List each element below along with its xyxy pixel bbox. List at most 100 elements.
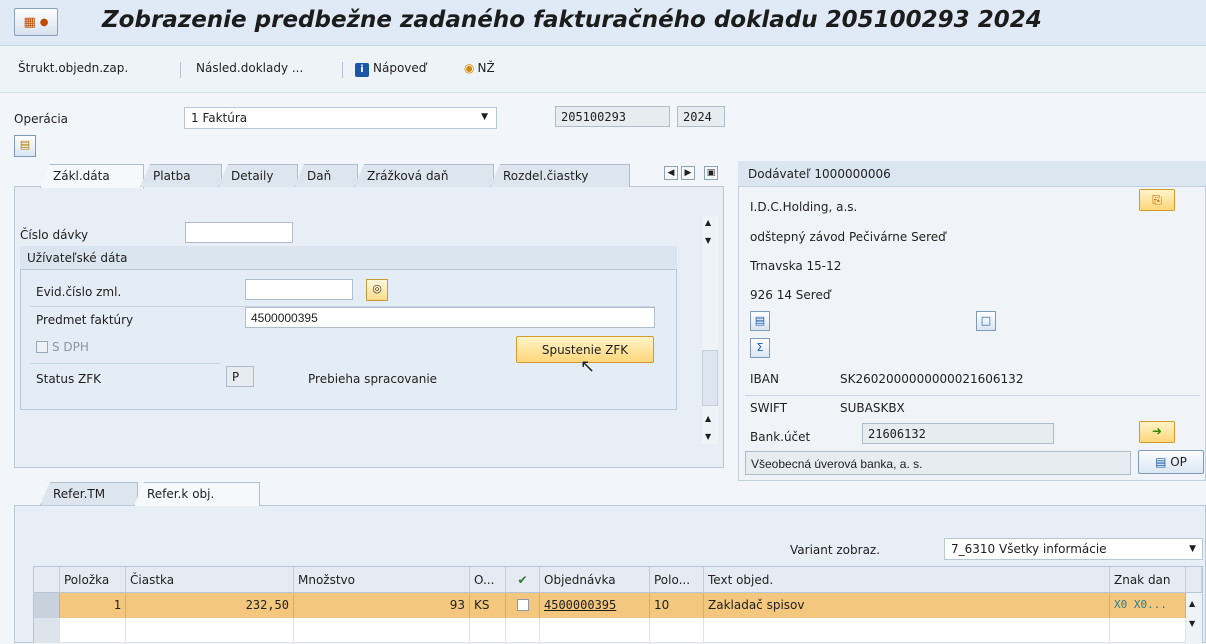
table-cell-item: 1 <box>60 593 126 618</box>
tab-details[interactable]: Detaily <box>218 164 298 187</box>
operation-value: 1 Faktúra <box>191 111 248 125</box>
vendor-city: 926 14 Sereď <box>750 288 831 302</box>
tab-withholding-tax[interactable]: Zrážková daň <box>354 164 494 187</box>
chevron-down-icon: ▼ <box>1189 544 1196 554</box>
scroll-up-icon[interactable]: ▲ <box>705 414 711 423</box>
subject-label: Predmet faktúry <box>36 313 134 327</box>
tab-amount-split[interactable]: Rozdel.čiastky <box>490 164 630 187</box>
swift-label: SWIFT <box>750 401 788 415</box>
vat-checkbox[interactable] <box>36 341 48 353</box>
table-cell-order-link[interactable]: 4500000395 <box>540 593 650 618</box>
operation-label: Operácia <box>14 112 69 126</box>
op-button[interactable]: ▤ OP <box>1138 450 1204 474</box>
column-header[interactable]: Množstvo <box>294 567 470 593</box>
column-header[interactable]: Objednávka <box>540 567 650 593</box>
tab-refer-tm[interactable]: Refer.TM <box>40 482 138 505</box>
tab-payment[interactable]: Platba <box>140 164 222 187</box>
column-header[interactable]: Znak dan <box>1110 567 1186 593</box>
calculator-icon[interactable]: Σ <box>750 338 770 358</box>
table-cell-qty: 93 <box>294 593 470 618</box>
tab-scroll-left-icon[interactable]: ◀ <box>664 166 678 180</box>
struct-order-button[interactable]: Štrukt.objedn.zap. <box>18 61 128 75</box>
tab-basic-data[interactable]: Zákl.dáta <box>40 164 144 188</box>
coins-icon: ◉ <box>464 61 475 75</box>
column-header[interactable]: Položka <box>60 567 126 593</box>
status-label: Status ZFK <box>36 372 102 386</box>
menu-dot-icon: ● <box>39 16 49 28</box>
scroll-down-icon[interactable]: ▼ <box>705 236 711 245</box>
eye-icon[interactable]: ◎ <box>366 279 388 301</box>
tab-list-icon[interactable]: ▣ <box>704 166 718 180</box>
status-text: Prebieha spracovanie <box>308 372 438 386</box>
checkmark-icon[interactable]: ✔ <box>506 567 540 593</box>
table-cell-tax: X0 X0... <box>1110 593 1186 618</box>
contract-label: Evid.číslo zml. <box>36 285 122 299</box>
empty-cell <box>506 618 540 643</box>
variant-value: 7_6310 Všetky informácie <box>951 542 1107 556</box>
order-reference-table: Položka Čiastka Množstvo O... ✔ Objednáv… <box>33 566 1203 644</box>
doc-number-field: 205100293 <box>555 106 670 127</box>
page-title: Zobrazenie predbežne zadaného fakturačné… <box>102 7 1042 33</box>
op-label: OP <box>1170 455 1187 469</box>
batch-label: Číslo dávky <box>20 228 89 242</box>
empty-cell <box>650 618 704 643</box>
column-header[interactable]: O... <box>470 567 506 593</box>
empty-cell <box>126 618 294 643</box>
chevron-down-icon: ▼ <box>481 112 488 122</box>
vendor-name: I.D.C.Holding, a.s. <box>750 200 858 214</box>
nz-label: NŽ <box>477 61 495 75</box>
table-cell-pos: 10 <box>650 593 704 618</box>
scroll-down-icon[interactable]: ▼ <box>1189 619 1195 628</box>
scroll-up-icon[interactable]: ▲ <box>1189 599 1195 608</box>
status-field: P <box>226 366 254 387</box>
variant-label: Variant zobraz. <box>790 543 881 557</box>
menu-icon: ▦ <box>23 14 36 30</box>
scroll-thumb[interactable] <box>702 350 718 406</box>
user-data-title: Užívateľské dáta <box>27 251 128 265</box>
table-cell-amount: 232,50 <box>126 593 294 618</box>
column-header[interactable]: Text objed. <box>704 567 1110 593</box>
system-menu-button[interactable]: ▦ ● <box>14 8 58 36</box>
vat-label: S DPH <box>52 340 89 354</box>
vendor-edit-icon[interactable]: ⎘ <box>1139 189 1175 211</box>
toolbar-separator <box>342 62 343 78</box>
empty-cell <box>470 618 506 643</box>
column-header[interactable]: Čiastka <box>126 567 294 593</box>
tab-tax[interactable]: Daň <box>294 164 358 187</box>
column-header[interactable]: Polo... <box>650 567 704 593</box>
bank-icon[interactable]: □ <box>976 311 996 331</box>
contract-field[interactable] <box>245 279 353 300</box>
table-cell-text: Zakladač spisov <box>704 593 1110 618</box>
row-selector[interactable] <box>34 618 60 643</box>
variant-select[interactable]: 7_6310 Všetky informácie ▼ <box>944 538 1203 560</box>
column-config-icon[interactable] <box>1186 567 1202 593</box>
tab-scroll-right-icon[interactable]: ▶ <box>681 166 695 180</box>
tab-refer-order[interactable]: Refer.k obj. <box>134 482 260 506</box>
table-cell-check[interactable] <box>506 593 540 618</box>
follow-docs-button[interactable]: Násled.doklady ... <box>196 61 303 75</box>
scroll-down-icon[interactable]: ▼ <box>705 432 711 441</box>
address-card-icon[interactable]: ▤ <box>750 311 770 331</box>
scroll-up-icon[interactable]: ▲ <box>705 218 711 227</box>
account-field: 21606132 <box>862 423 1054 444</box>
transfer-arrow-icon[interactable]: ➜ <box>1139 421 1175 443</box>
mouse-cursor-icon: ↖ <box>580 356 596 377</box>
swift-value: SUBASKBX <box>840 401 905 415</box>
vertical-scrollbar[interactable] <box>702 216 718 444</box>
operation-select[interactable]: 1 Faktúra ▼ <box>184 107 497 129</box>
row-checkbox[interactable] <box>517 599 529 611</box>
vendor-street: Trnavska 15-12 <box>750 259 842 273</box>
divider <box>30 363 220 364</box>
help-button[interactable]: i Nápoveď <box>355 61 426 77</box>
empty-cell <box>540 618 650 643</box>
info-icon: i <box>355 63 369 77</box>
row-selector-header[interactable] <box>34 567 60 593</box>
vendor-header: Dodávateľ 1000000006 <box>748 167 891 181</box>
expand-header-icon[interactable]: ▤ <box>14 135 36 157</box>
subject-field[interactable]: 4500000395 <box>245 307 655 328</box>
nz-button[interactable]: ◉ NŽ <box>464 61 495 75</box>
row-selector[interactable] <box>34 593 60 618</box>
table-cell-unit: KS <box>470 593 506 618</box>
toolbar-separator <box>180 62 181 78</box>
batch-field[interactable] <box>185 222 293 243</box>
